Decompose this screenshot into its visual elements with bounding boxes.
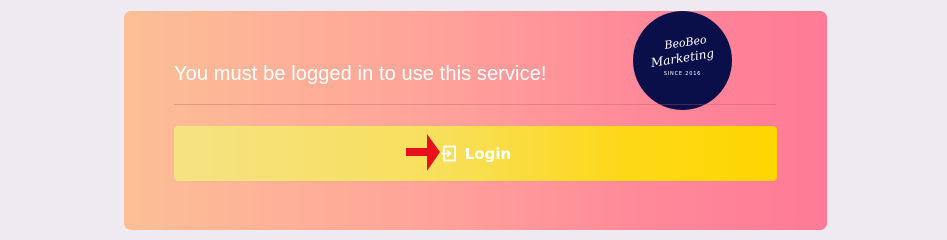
beobeo-marketing-logo: BeoBeo Marketing SINCE 2016: [633, 11, 732, 110]
red-arrow-icon: [405, 133, 441, 173]
login-required-card: You must be logged in to use this servic…: [124, 11, 827, 230]
login-required-message: You must be logged in to use this servic…: [174, 63, 547, 85]
login-button[interactable]: Login: [174, 126, 777, 181]
divider: [174, 104, 776, 105]
logo-line-3: SINCE 2016: [663, 71, 702, 77]
login-button-label: Login: [464, 144, 512, 163]
sign-in-icon: [440, 145, 457, 162]
